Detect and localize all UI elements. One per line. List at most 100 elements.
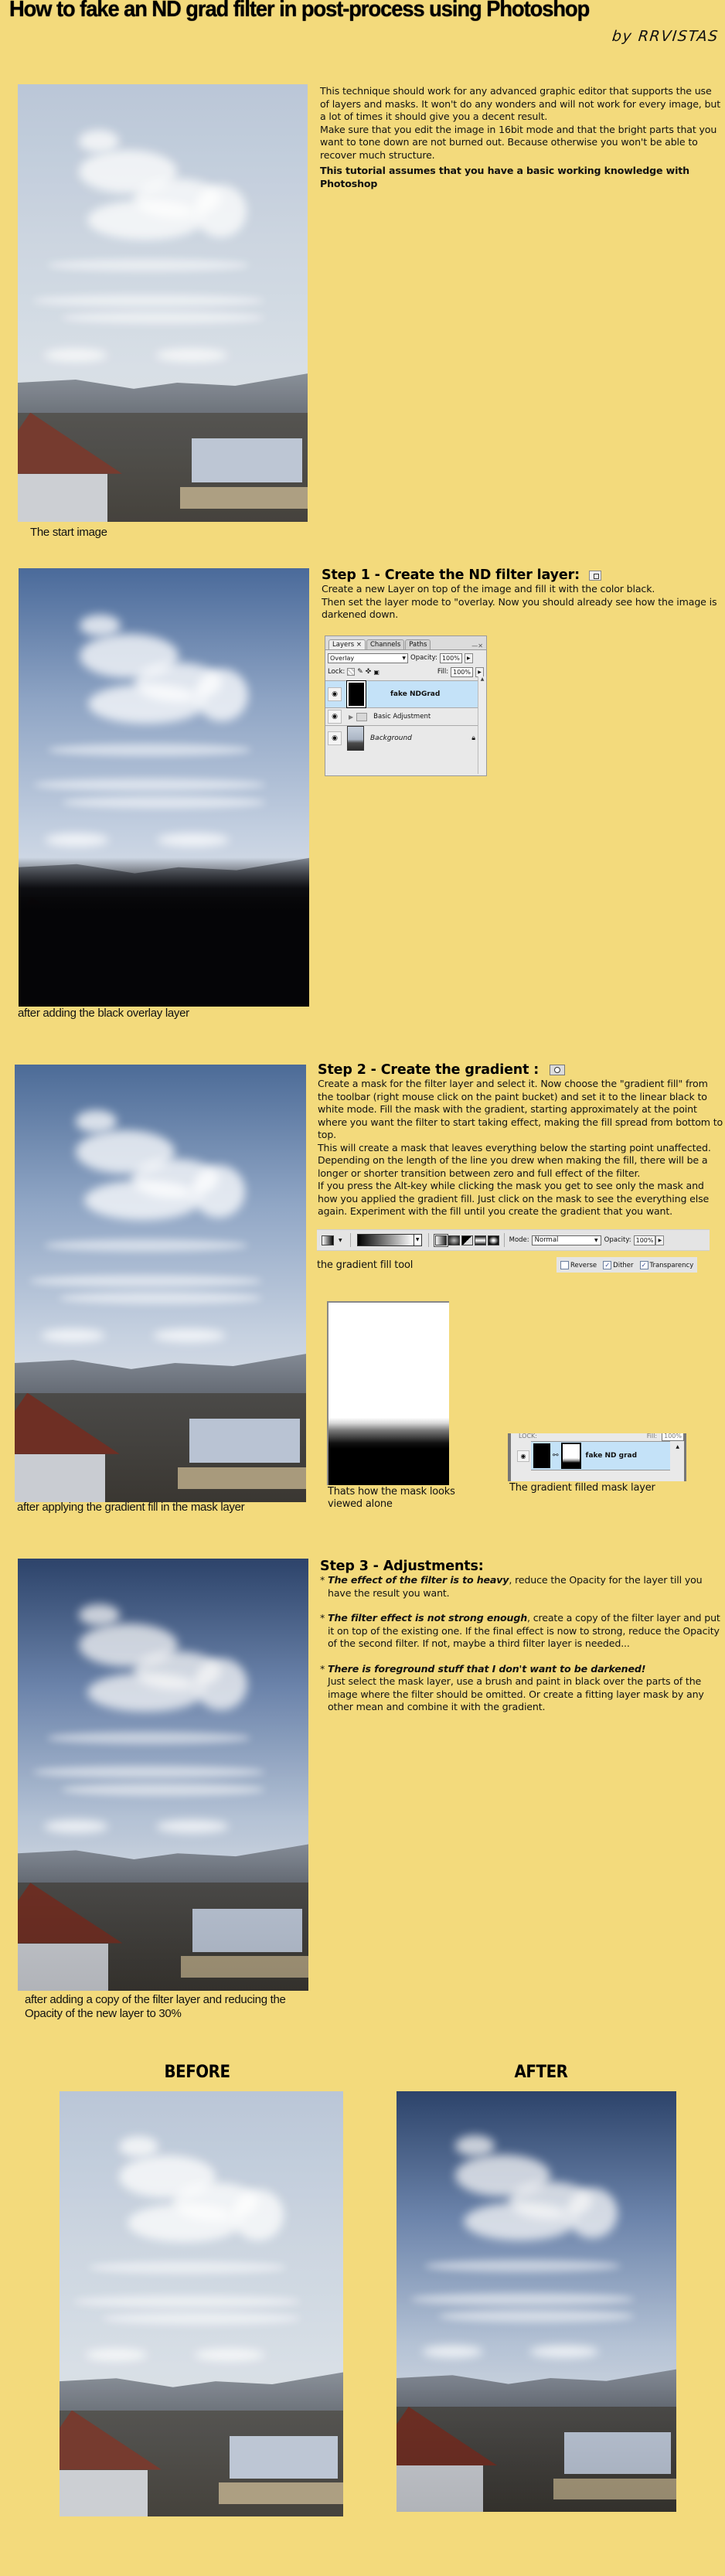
filter-overlay [19,568,309,1007]
opacity-slider-arrow[interactable]: ▶ [655,1235,665,1245]
mask-thumbnail [560,1443,581,1469]
step1-paragraph: Create a new Layer on top of the image a… [322,583,655,595]
layers-scrollbar[interactable]: ▲ [478,676,486,774]
diamond-gradient-icon[interactable] [487,1235,499,1245]
eye-icon[interactable]: ◉ [328,687,342,701]
start-image-caption: The start image [30,526,107,539]
item-heading: The effect of the filter is to heavy [328,1574,509,1586]
gradient-picker-dropdown[interactable]: ▼ [414,1234,422,1246]
bullet: * [320,1574,325,1586]
intro-note: This tutorial assumes that you have a ba… [320,165,689,189]
chevron-down-icon: ▼ [402,655,406,661]
layer-row[interactable]: ◉ fake NDGrad [325,680,486,708]
before-label: BEFORE [164,2063,230,2082]
fill-field[interactable]: 100% [451,666,473,677]
gradient-picker[interactable] [356,1234,414,1246]
fill-label-partial: Fill: [646,1433,658,1440]
add-mask-icon [550,1065,566,1075]
gradient-mask-image [15,1065,306,1502]
filter-overlay [18,1559,308,1991]
layer-row[interactable]: ◉ ▶ Basic Adjustment [325,707,486,725]
step1-paragraph: Then set the layer mode to "overlay. Now… [322,595,717,621]
step3-item: * There is foreground stuff that I don't… [320,1663,723,1714]
after-image [397,2091,676,2512]
tab-paths[interactable]: Paths [405,639,431,649]
opacity-field[interactable]: 100% [633,1235,656,1245]
layer-row[interactable]: ◉ Background 🔒︎ [325,725,486,751]
dither-checkbox[interactable]: ✓ Dither [603,1260,634,1269]
start-image [18,84,308,522]
transparency-checkbox[interactable]: ✓ Transparency [639,1260,694,1269]
eye-icon[interactable]: ◉ [517,1450,529,1462]
opacity-field[interactable]: 100% [439,653,462,663]
eye-icon[interactable]: ◉ [328,710,342,724]
lock-brush-icon[interactable]: ✎ [357,668,363,676]
lock-label-partial: LOCK: [519,1433,537,1440]
filter-overlay [18,84,308,522]
step2-title: Step 2 - Create the gradient : [318,1062,539,1078]
fill-label: Fill: [437,668,449,676]
overlay-layer-image [19,568,309,1007]
lock-all-icon[interactable]: ▣ [373,669,380,676]
transparency-label: Transparency [649,1261,694,1269]
reverse-checkbox[interactable]: Reverse [560,1260,597,1269]
gradient-tool-options-bar: ▼ ▼ Mode: Normal ▼ Opacity: 100% ▶ [317,1229,710,1251]
reflected-gradient-icon[interactable] [474,1235,486,1245]
filter-overlay [60,2091,343,2516]
transparency-check-box[interactable]: ✓ [639,1260,648,1269]
after-label: AFTER [514,2063,568,2082]
layer-name: Basic Adjustment [373,713,431,721]
tab-layers[interactable]: Layers × [328,639,366,649]
mode-select[interactable]: Normal ▼ [531,1235,601,1245]
reverse-check-box[interactable] [560,1260,569,1269]
eye-icon[interactable]: ◉ [328,731,342,745]
layer-thumbnail [347,726,364,751]
opacity-slider-arrow[interactable]: ▶ [464,653,473,663]
step2-paragraph: This will create a mask that leaves ever… [318,1141,711,1179]
angle-gradient-icon[interactable] [461,1235,473,1245]
linear-gradient-icon[interactable] [433,1233,448,1247]
gradient-tool-caption: the gradient fill tool [317,1259,414,1271]
adjusted-image [18,1559,308,1991]
gradient-checkbox-options: Reverse ✓ Dither ✓ Transparency [557,1257,698,1273]
step1-title: Step 1 - Create the ND filter layer: [322,567,580,583]
reverse-label: Reverse [570,1261,597,1269]
new-layer-icon [588,570,601,581]
fill-field-partial: 100% [662,1433,684,1441]
mask-layer-row[interactable]: ⚯ fake ND grad [531,1441,670,1470]
step3-item: * The effect of the filter is to heavy, … [320,1574,723,1600]
dither-check-box[interactable]: ✓ [603,1260,612,1269]
lock-move-icon[interactable]: ✜ [366,668,372,676]
layer-name: fake ND grad [585,1452,638,1460]
item-text: Just select the mask layer, use a brush … [328,1675,704,1712]
filter-overlay [15,1065,306,1502]
author-byline: by RRVISTAS [611,28,720,45]
opacity-label: Opacity: [410,654,437,662]
step2-paragraph: Create a mask for the filter layer and s… [318,1078,723,1140]
item-heading: There is foreground stuff that I don't w… [328,1662,646,1675]
mask-layer-caption: The gradient filled mask layer [509,1482,655,1494]
bullet: * [320,1612,325,1624]
expand-arrow-icon[interactable]: ▶ [349,714,353,721]
radial-gradient-icon[interactable] [448,1235,460,1245]
chevron-down-icon[interactable]: ▼ [339,1238,342,1243]
panel-menu-icon[interactable]: —✕ [471,642,483,649]
adjusted-image-caption: after adding a copy of the filter layer … [25,1993,286,2020]
mode-label: Mode: [509,1236,529,1244]
chevron-down-icon: ▼ [594,1237,598,1243]
scroll-up-icon[interactable]: ▲ [676,1444,679,1450]
tab-channels[interactable]: Channels [366,639,405,649]
mask-preview-caption: Thats how the mask looks viewed alone [328,1486,455,1510]
step1-text: Step 1 - Create the ND filter layer: Cre… [322,567,723,622]
fill-slider-arrow[interactable]: ▶ [475,666,484,677]
blend-mode-select[interactable]: Overlay ▼ [328,653,408,663]
layers-panel-tabs: Layers × Channels Paths —✕ [325,636,486,650]
step2-text: Step 2 - Create the gradient : Create a … [318,1062,725,1218]
layers-panel: Layers × Channels Paths —✕ Overlay ▼ Opa… [325,635,487,776]
lock-transparency-icon[interactable] [347,668,356,676]
opacity-label: Opacity: [604,1236,631,1244]
gradient-preset-icon[interactable] [322,1235,334,1245]
lock-label: Lock: [328,668,345,676]
mask-layer-panel-crop: LOCK: Fill: 100% ⚯ fake ND grad ◉ ▲ [508,1433,686,1481]
dither-label: Dither [613,1261,634,1269]
